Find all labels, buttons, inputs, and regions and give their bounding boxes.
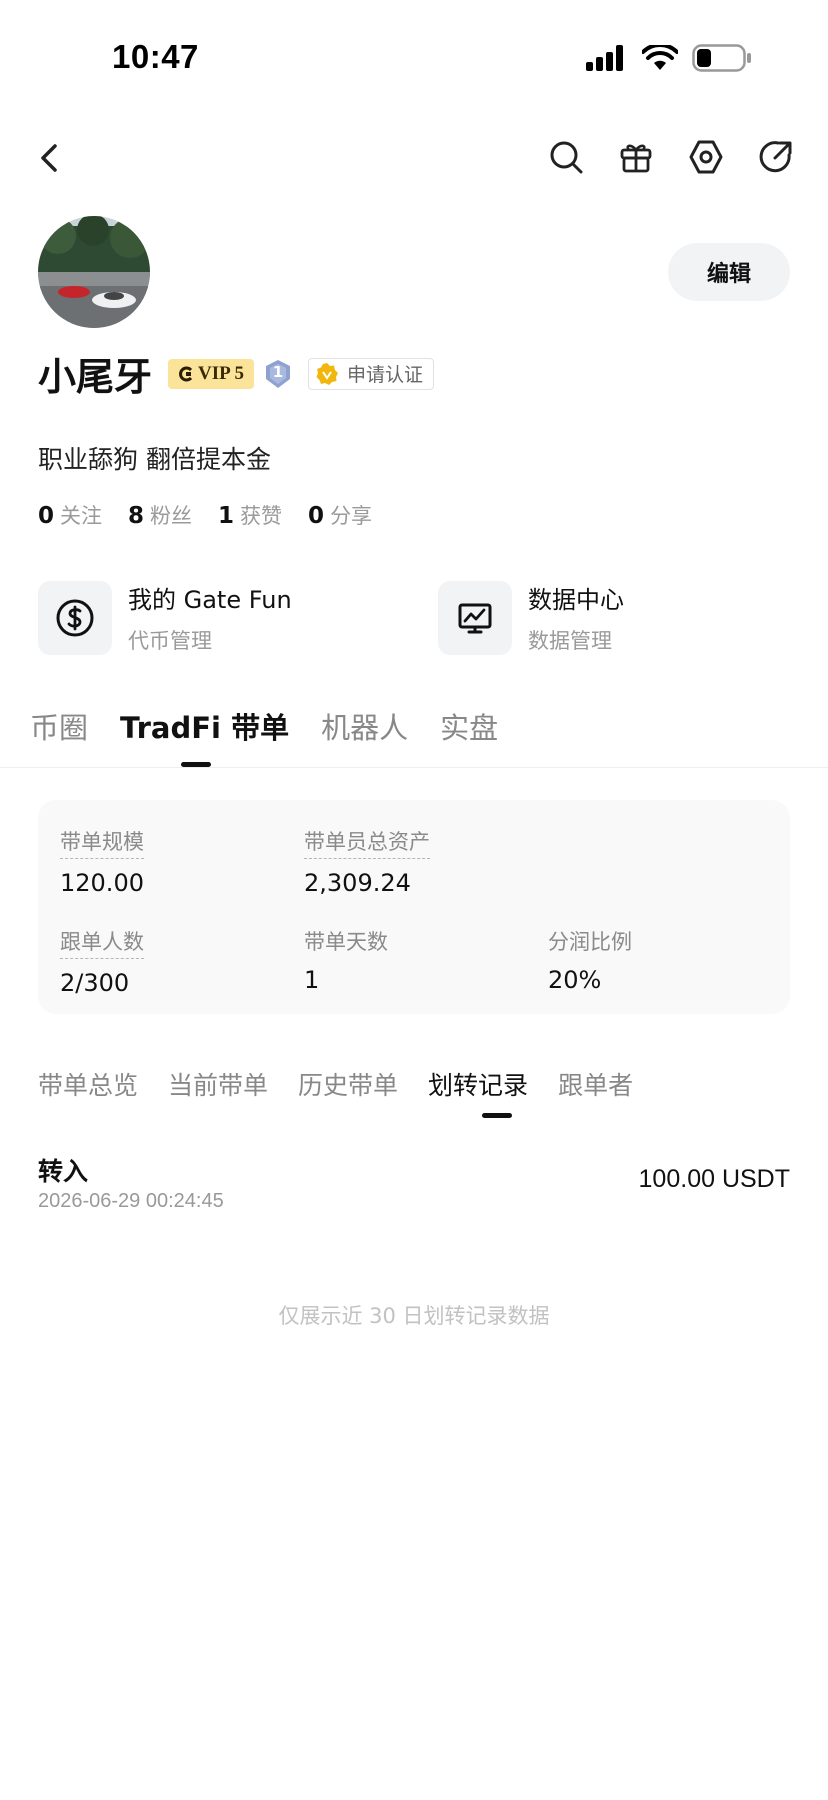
search-icon: [550, 141, 583, 174]
tab-crypto-circle[interactable]: 币圈: [30, 705, 88, 747]
verified-seal-icon: [316, 362, 338, 385]
stat-followers[interactable]: 8 粉丝: [128, 500, 192, 530]
vip-badge[interactable]: VIP 5: [168, 358, 254, 389]
level-label: 1: [272, 362, 284, 381]
stat-likes[interactable]: 1 获赞: [218, 500, 282, 530]
settings-hexagon-icon: [689, 140, 723, 174]
profile-stats: 0 关注 8 粉丝 1 获赞 0 分享: [38, 500, 372, 530]
sub-tab-indicator: [482, 1113, 512, 1118]
tab-transfer-records[interactable]: 划转记录: [428, 1066, 528, 1102]
tab-followers[interactable]: 跟单者: [558, 1066, 633, 1102]
stat-label[interactable]: 带单员总资产: [304, 826, 430, 859]
transfer-type: 转入: [38, 1157, 89, 1186]
stat-total-assets: 带单员总资产 2,309.24: [304, 826, 430, 897]
sub-tabs: 带单总览 当前带单 历史带单 划转记录 跟单者: [38, 1066, 633, 1102]
stat-value: 2,309.24: [304, 869, 411, 897]
share-button[interactable]: [756, 137, 796, 177]
nav-actions: [546, 137, 796, 177]
battery-icon: [692, 44, 751, 72]
username: 小尾牙: [38, 355, 153, 399]
shortcut-data-center[interactable]: 数据中心 数据管理: [438, 580, 624, 655]
settings-button[interactable]: [686, 137, 726, 177]
apply-verification-button[interactable]: 申请认证: [307, 357, 434, 390]
stat-label[interactable]: 跟单人数: [60, 926, 144, 959]
stat-value: 2/300: [60, 969, 130, 997]
tab-bots[interactable]: 机器人: [321, 705, 408, 747]
transfer-time: 2026-06-29 00:24:45: [38, 1190, 224, 1212]
tab-history-orders[interactable]: 历史带单: [298, 1066, 398, 1102]
search-button[interactable]: [546, 137, 586, 177]
copy-trading-stats-card: 带单规模 120.00 带单员总资产 2,309.24 跟单人数 2/300 带…: [38, 800, 790, 1014]
stat-profit-share: 分润比例 20%: [548, 926, 632, 994]
stat-followers-count: 跟单人数 2/300: [60, 926, 144, 997]
gift-icon: [620, 144, 652, 173]
status-icons: [586, 44, 752, 72]
stat-shares[interactable]: 0 分享: [308, 500, 372, 530]
vip-label: VIP 5: [198, 362, 244, 384]
wifi-icon: [642, 45, 678, 70]
divider: [0, 767, 828, 768]
tab-live[interactable]: 实盘: [440, 705, 498, 747]
dollar-circle-icon: [56, 599, 94, 636]
stat-label[interactable]: 带单规模: [60, 826, 144, 859]
shortcut-title: 数据中心: [528, 586, 624, 614]
tab-tradfi-copy[interactable]: TradFi 带单: [120, 705, 289, 747]
stat-following[interactable]: 0 关注: [38, 500, 102, 530]
level-badge[interactable]: 1: [264, 359, 292, 389]
shortcut-icon-box: [438, 580, 512, 655]
shortcut-icon-box: [38, 580, 112, 655]
tab-current-orders[interactable]: 当前带单: [168, 1066, 268, 1102]
stat-value: 120.00: [60, 869, 144, 897]
footnote: 仅展示近 30 日划转记录数据: [278, 1304, 550, 1328]
name-row: 小尾牙 VIP 5 1 申请认证: [38, 346, 434, 401]
shortcut-subtitle: 代币管理: [128, 629, 212, 653]
stat-label: 带单天数: [304, 930, 388, 954]
gate-logo-icon: [179, 366, 193, 381]
chevron-left-icon: [41, 144, 57, 172]
tab-overview[interactable]: 带单总览: [38, 1066, 138, 1102]
main-tabs: 币圈 TradFi 带单 机器人 实盘: [30, 705, 498, 747]
gift-button[interactable]: [616, 137, 656, 177]
cellular-signal-icon: [586, 45, 623, 71]
share-icon: [759, 141, 792, 173]
shortcut-title: 我的 Gate Fun: [128, 586, 292, 614]
shortcut-subtitle: 数据管理: [528, 629, 612, 653]
chart-monitor-icon: [458, 603, 492, 633]
bio: 职业舔狗 翻倍提本金: [38, 445, 271, 474]
status-time: 10:47: [112, 38, 199, 75]
verify-label: 申请认证: [346, 364, 423, 386]
back-button[interactable]: [30, 138, 70, 178]
stat-scale: 带单规模 120.00: [60, 826, 144, 897]
stat-value: 1: [304, 966, 320, 994]
edit-profile-button[interactable]: 编辑: [668, 243, 790, 301]
stat-label: 分润比例: [548, 930, 632, 954]
transfer-amount: 100.00 USDT: [638, 1165, 790, 1193]
avatar-image: [38, 216, 150, 328]
stat-days: 带单天数 1: [304, 926, 388, 994]
avatar[interactable]: [38, 216, 150, 328]
shortcut-gate-fun[interactable]: 我的 Gate Fun 代币管理: [38, 580, 292, 655]
stat-value: 20%: [548, 966, 602, 994]
